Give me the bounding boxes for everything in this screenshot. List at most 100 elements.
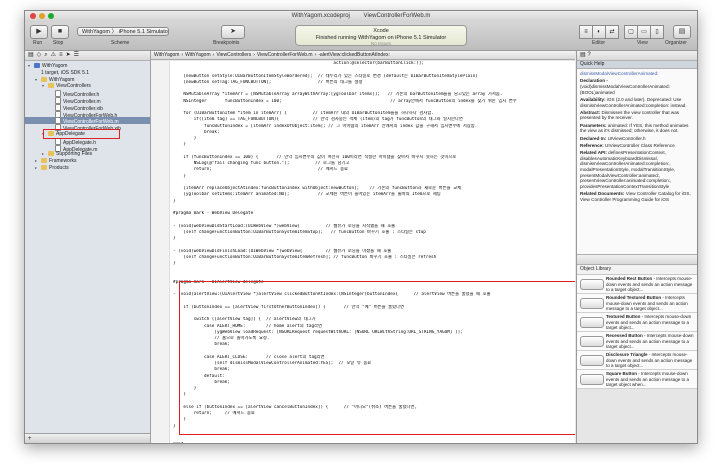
- tree-item[interactable]: ▾ WithYagom: [25, 76, 150, 84]
- view-label: View: [637, 40, 648, 46]
- run-label: Run: [33, 40, 43, 46]
- quick-help-key: Reference:: [580, 142, 606, 148]
- chevron-right-icon: ›: [212, 52, 215, 58]
- symbol-navigator-icon[interactable]: ◇: [37, 51, 42, 60]
- run-button[interactable]: ▶: [30, 25, 48, 39]
- stop-icon: ■: [57, 28, 63, 35]
- tree-item[interactable]: ViewControllerForWeb.m: [25, 117, 150, 125]
- navigator-tabs: ▤ ◇ ⌕ ⚠ ≡ ➤ ☰: [25, 51, 150, 61]
- button-thumbnail-icon: [580, 355, 604, 366]
- library-item[interactable]: Disclosure Triangle - Intercepts mouse-d…: [577, 351, 697, 370]
- quick-help-value[interactable]: dismissModalViewControllerAnimated:: [580, 71, 658, 76]
- button-thumbnail-icon: [580, 279, 604, 290]
- quick-help-value: (void)dismissModalViewControllerAnimated…: [580, 83, 670, 95]
- breakpoint-navigator-icon[interactable]: ➤: [66, 51, 71, 60]
- object-library-popup[interactable]: Object Library: [577, 265, 697, 275]
- library-item-text: Rounded Rect Button - Intercepts mouse-d…: [606, 276, 696, 293]
- quick-help-header: Quick Help: [577, 61, 697, 69]
- quick-help-value: definesPresentationContext, disablesAuto…: [580, 149, 676, 190]
- library-item[interactable]: Rounded Rect Button - Intercepts mouse-d…: [577, 275, 697, 294]
- stop-button[interactable]: ■: [51, 25, 69, 39]
- standard-editor-button[interactable]: ≡: [579, 25, 593, 39]
- status-issues: No Issues: [370, 41, 391, 46]
- tree-item[interactable]: ▸ Products: [25, 164, 150, 172]
- file-inspector-icon[interactable]: ▤: [580, 52, 586, 58]
- folder-icon: [41, 76, 47, 82]
- scheme-label: Scheme: [111, 40, 130, 46]
- window-title: WithYagom.xcodeproj ViewControllerForWeb…: [25, 13, 697, 19]
- quick-help-value: UIViewController Class Reference: [605, 142, 675, 148]
- tree-item[interactable]: ▸ Frameworks: [25, 158, 150, 165]
- inspector-tabs: ▤ ?: [577, 51, 697, 61]
- issue-navigator-icon[interactable]: ⚠: [51, 51, 56, 60]
- organizer-button[interactable]: ▤: [673, 25, 691, 39]
- library-item-name: Rounded Textured Button: [606, 295, 662, 300]
- project-navigator-icon[interactable]: ▤: [28, 51, 34, 60]
- library-item[interactable]: Square Button - Intercepts mouse-down ev…: [577, 370, 697, 389]
- folder-icon: [41, 158, 47, 164]
- editor-label: Editor: [592, 40, 606, 46]
- search-navigator-icon[interactable]: ⌕: [44, 51, 47, 60]
- library-item-text: Square Button - Intercepts mouse-down ev…: [606, 371, 696, 388]
- tree-item[interactable]: ▾ WithYagom: [25, 63, 150, 70]
- utilities-toggle-button[interactable]: ▯: [650, 25, 664, 39]
- tree-item-label: Products: [49, 164, 69, 171]
- debug-navigator-icon[interactable]: ≡: [59, 51, 63, 60]
- breadcrumb-item[interactable]: ViewControllers: [216, 52, 251, 58]
- breadcrumb-item[interactable]: ViewControllerForWeb.m: [257, 52, 313, 58]
- line-gutter[interactable]: [151, 61, 170, 443]
- tree-item-label: WithYagom: [49, 76, 75, 83]
- quick-help-entry: Declared In: UIViewController.h: [580, 136, 695, 142]
- quick-help-content: dismissModalViewControllerAnimated: Decla…: [577, 69, 697, 254]
- button-thumbnail-icon: [580, 374, 604, 385]
- library-item[interactable]: Rounded Textured Button - Intercepts mou…: [577, 294, 697, 313]
- tree-item-label: WithYagom: [42, 63, 68, 69]
- breakpoints-button[interactable]: ➤: [221, 25, 245, 39]
- folder-icon: [48, 151, 54, 157]
- tree-item[interactable]: ▸ Supporting Files: [25, 151, 150, 158]
- assistant-editor-button[interactable]: ◐: [592, 25, 606, 39]
- debug-toggle-button[interactable]: ▭: [637, 25, 651, 39]
- log-navigator-icon[interactable]: ☰: [74, 51, 79, 60]
- tab-file[interactable]: ViewControllerForWeb.m: [364, 13, 431, 19]
- code-line[interactable]: @end: [173, 442, 573, 443]
- tree-item[interactable]: ▾ ViewControllers: [25, 83, 150, 90]
- library-item-text: Textured Button - Intercepts mouse-down …: [606, 314, 696, 331]
- tree-item[interactable]: ViewController.m: [25, 96, 150, 105]
- navigator-filter-bar: +: [25, 433, 150, 443]
- play-icon: ▶: [36, 28, 42, 35]
- library-item[interactable]: Recessed Button - Intercepts mouse-down …: [577, 332, 697, 351]
- xcode-window: WithYagom.xcodeproj ViewControllerForWeb…: [24, 10, 698, 444]
- quick-help-entry: Related API: definesPresentationContext,…: [580, 150, 695, 190]
- breadcrumb-item[interactable]: WithYagom: [185, 52, 210, 58]
- tree-item[interactable]: 1 target, iOS SDK 5.1: [25, 70, 150, 77]
- quick-help-key: Parameters:: [580, 122, 608, 128]
- breadcrumb-item[interactable]: -alertView:clickedButtonAtIndex:: [318, 52, 390, 58]
- library-item-name: Textured Button: [606, 314, 641, 319]
- library-item[interactable]: Textured Button - Intercepts mouse-down …: [577, 313, 697, 332]
- breadcrumb-item[interactable]: WithYagom: [154, 52, 179, 58]
- library-item-name: Square Button: [606, 371, 637, 376]
- quick-help-icon[interactable]: ?: [587, 52, 590, 58]
- scheme-popup[interactable]: WithYagom 〉 iPhone 5.1 Simulator: [77, 27, 169, 36]
- library-item-name: Recessed Button: [606, 333, 643, 338]
- tree-item[interactable]: AppDelegate.m: [25, 144, 150, 153]
- tree-item[interactable]: ViewController.xib: [25, 103, 150, 112]
- quick-help-key: Abstract:: [580, 109, 602, 115]
- button-thumbnail-icon: [580, 298, 604, 309]
- code-line[interactable]: NSInteger funcButtonIndex = 100; // arra…: [173, 99, 573, 105]
- tree-item[interactable]: ViewControllerForWeb.h: [25, 110, 150, 119]
- tree-item-label: Frameworks: [49, 158, 77, 165]
- project-navigator: ▤ ◇ ⌕ ⚠ ≡ ➤ ☰ ▾ WithYagom 1 target, iOS SD…: [25, 51, 151, 443]
- navigator-toggle-button[interactable]: ▢: [624, 25, 638, 39]
- button-thumbnail-icon: [580, 336, 604, 347]
- library-item-text: Disclosure Triangle - Intercepts mouse-d…: [606, 352, 696, 369]
- status-title: Xcode: [373, 28, 389, 34]
- source-editor[interactable]: action:@selector(barButtonClick:)]; [new…: [151, 61, 575, 443]
- tree-item[interactable]: ViewController.h: [25, 90, 150, 98]
- add-icon[interactable]: +: [28, 436, 32, 442]
- tree-item-label: 1 target, iOS SDK 5.1: [41, 69, 90, 76]
- chevron-right-icon: ›: [181, 52, 184, 58]
- version-editor-button[interactable]: ⇄: [605, 25, 619, 39]
- tab-project[interactable]: WithYagom.xcodeproj: [292, 13, 350, 19]
